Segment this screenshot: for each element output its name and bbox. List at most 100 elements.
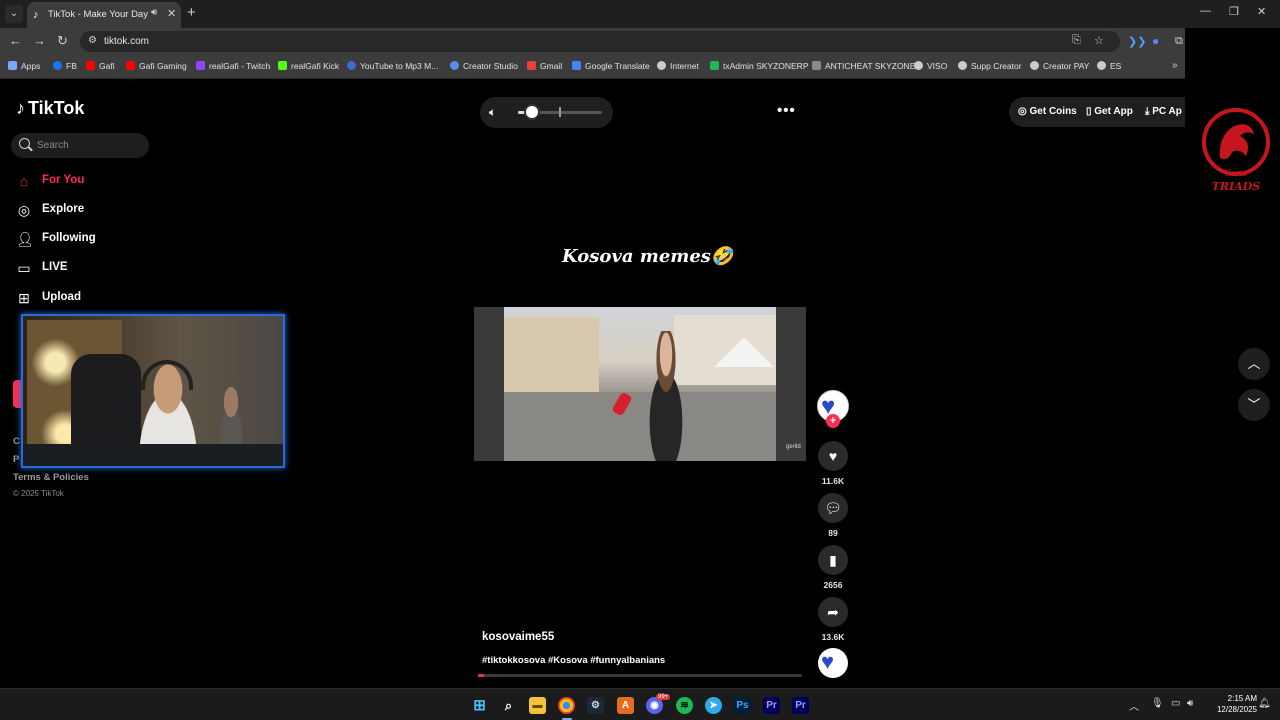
heart-icon: ♥ [828,448,838,464]
more-bookmarks-icon[interactable]: » [1172,60,1178,71]
app-orange-icon[interactable]: A [617,697,634,714]
bookmark-internet[interactable]: Internet [657,61,699,71]
chrome-icon[interactable] [558,697,575,714]
bookmark-twitch[interactable]: realGafi - Twitch [196,61,270,71]
search-icon[interactable]: ⌕ [500,697,517,714]
close-window-icon[interactable]: ✕ [1257,5,1266,18]
bookmark-creator-studio[interactable]: Creator Studio [450,61,518,71]
globe-icon [1097,61,1106,70]
comment-button[interactable]: 💬︎ [818,493,848,523]
nav-explore[interactable]: ◎ Explore [16,201,136,219]
volume-control[interactable]: 🔈︎ [480,97,613,128]
install-app-icon[interactable]: ⎘ [1072,34,1081,47]
bookmark-fb[interactable]: FB [53,61,77,71]
browser-tab[interactable]: ♪ TikTok - Make Your Day 🔊︎ ✕ [27,2,181,28]
forward-icon[interactable]: → [33,33,46,48]
save-button[interactable]: ▮ [818,545,848,575]
shield-icon [812,61,821,70]
bookmark-star-icon[interactable]: ☆ [1094,34,1104,47]
bookmark-youtube-mp3[interactable]: YouTube to Mp3 M... [347,61,438,71]
bookmark-creator-pay[interactable]: Creator PAY [1030,61,1089,71]
nav-live[interactable]: ▭ LIVE [16,259,136,277]
video-player[interactable]: gerild [474,307,806,461]
background-person [211,384,251,444]
video-tent [714,337,774,367]
extensions-icon[interactable]: ⧉ [1175,35,1183,48]
facebook-icon [53,61,62,70]
nav-for-you[interactable]: ⌂ For You [16,172,136,190]
footer-link-partial-2[interactable]: P [13,454,19,465]
bookmark-anticheat[interactable]: ANTICHEAT SKYZONE [812,61,915,71]
pc-app-button[interactable]: ⤓ PC Ap [1145,106,1182,117]
bookmark-gafi[interactable]: Gafi [86,61,115,71]
restore-icon[interactable]: ❐ [1229,5,1239,18]
bookmark-es[interactable]: ES [1097,61,1121,71]
microphone-icon[interactable]: 🎙︎ [1151,698,1164,709]
steam-icon[interactable]: ⚙ [587,697,604,714]
video-author[interactable]: kosovaime55 [482,631,554,643]
photoshop-icon[interactable]: Ps [734,697,751,714]
share-button[interactable]: ➦ [818,597,848,627]
notification-icon[interactable]: 🔔︎ [1258,698,1271,709]
telegram-icon[interactable]: ➤ [705,697,722,714]
tab-search-button[interactable]: ⌄ [5,5,23,23]
reload-icon[interactable]: ↻ [57,33,68,49]
nav-following[interactable]: 👤︎ Following [16,230,136,248]
apps-grid-icon [8,61,17,70]
minimize-icon[interactable]: — [1200,5,1211,17]
new-tab-button[interactable]: + [187,4,196,21]
premiere-icon[interactable]: Pr [763,697,780,714]
windows-taskbar: ⊞ ⌕ ▬ ⚙ A ◉ 99+ ≋ ➤ Ps Pr Pr ︿ 🎙︎ ▭ 🔊︎ 2… [0,688,1280,720]
file-explorer-icon[interactable]: ▬ [529,697,546,714]
follow-plus-icon[interactable]: + [826,414,840,428]
bookmark-apps[interactable]: Apps [8,61,40,71]
like-button[interactable]: ♥ [818,441,848,471]
sound-disc[interactable]: ♥ [818,648,848,678]
speaker-icon[interactable]: 🔊︎ [151,7,157,18]
spotify-icon[interactable]: ≋ [676,697,693,714]
video-building-left [504,317,599,397]
discord-badge: 99+ [656,694,671,700]
get-app-button[interactable]: ▯ Get App [1086,106,1133,117]
nav-upload[interactable]: ⊞ Upload [16,289,136,307]
bookmark-txadmin[interactable]: txAdmin SKYZONERP [710,61,809,71]
close-tab-icon[interactable]: ✕ [167,7,176,20]
site-info-icon[interactable]: ⚙ [88,35,97,46]
video-hashtags[interactable]: #tiktokkosova #Kosova #funnyalbanians [482,655,665,666]
more-options-icon[interactable]: ••• [777,102,796,119]
get-coins-button[interactable]: ◎ Get Coins [1018,106,1077,117]
following-icon: 👤︎ [16,231,34,247]
premiere-icon-2[interactable]: Pr [792,697,809,714]
footer-link-partial[interactable]: C [13,436,20,447]
tab-title: TikTok - Make Your Day [48,9,148,20]
next-video-button[interactable]: ﹀ [1238,389,1270,421]
volume-knob[interactable] [524,104,540,120]
bookmark-supp-creator[interactable]: Supp Creator [958,61,1022,71]
back-icon[interactable]: ← [9,33,22,48]
footer-terms-link[interactable]: Terms & Policies [13,472,89,483]
login-button-edge[interactable] [13,380,21,408]
volume-tray-icon[interactable]: 🔊︎ [1187,698,1193,709]
address-bar[interactable]: ⚙ tiktok.com ⎘ ☆ [80,31,1120,52]
bookmark-google-translate[interactable]: Google Translate [572,61,650,71]
system-clock[interactable]: 2:15 AM 12/28/2025 [1203,693,1257,715]
network-icon[interactable]: ▭ [1171,698,1180,709]
bookmark-kick[interactable]: realGafi Kick [278,61,339,71]
extension-audio-icon[interactable]: ❯❯ [1128,35,1146,48]
previous-video-button[interactable]: ︿ [1238,348,1270,380]
search-input[interactable]: Search [11,133,149,158]
bookmark-gafi-gaming[interactable]: Gafi Gaming [126,61,187,71]
comment-icon: 💬︎ [824,500,842,516]
extension-vpn-icon[interactable]: ● [1152,34,1159,48]
volume-icon[interactable]: 🔈︎ [489,105,496,120]
tray-overflow-icon[interactable]: ︿ [1129,698,1139,713]
bookmark-viso[interactable]: VISO [914,61,947,71]
video-progress-bar[interactable] [478,674,802,677]
windows-start-icon[interactable]: ⊞ [471,697,488,714]
live-icon: ▭ [17,260,31,276]
bookmark-gmail[interactable]: Gmail [527,61,562,71]
share-count: 13.6K [821,632,845,642]
save-count: 2656 [823,580,843,590]
tiktok-logo[interactable]: ♪ TikTok [16,98,84,119]
txadmin-icon [710,61,719,70]
